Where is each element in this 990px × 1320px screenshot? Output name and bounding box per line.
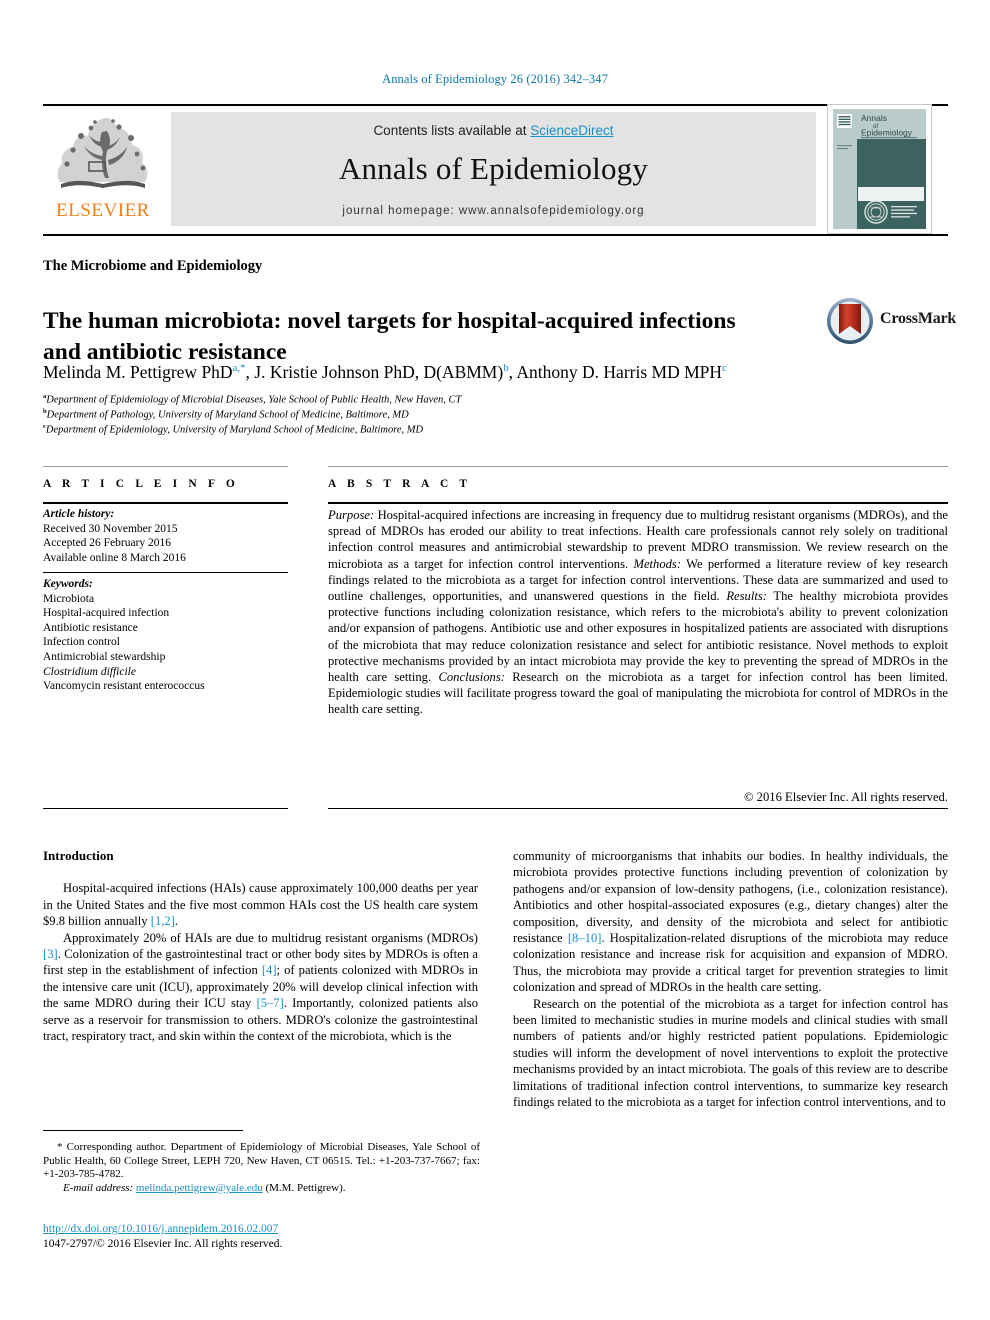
crossmark-label: CrossMark	[880, 310, 957, 327]
email-note: E-mail address: melinda.pettigrew@yale.e…	[43, 1182, 480, 1196]
citation-link[interactable]: [4]	[262, 963, 277, 977]
author-2: J. Kristie Johnson PhD, D(ABMM)b	[254, 362, 509, 382]
footnote-rule	[43, 1130, 243, 1131]
author-1-marks: a,*	[232, 362, 246, 375]
author-1: Melinda M. Pettigrew PhDa,*	[43, 362, 246, 382]
history-item: Received 30 November 2015	[43, 522, 178, 535]
abstract-heading: A B S T R A C T	[328, 478, 472, 490]
history-item: Available online 8 March 2016	[43, 551, 186, 564]
keywords-rule	[43, 572, 288, 574]
contents-prefix: Contents lists available at	[373, 123, 531, 138]
introduction-heading: Introduction	[43, 848, 114, 863]
journal-homepage[interactable]: journal homepage: www.annalsofepidemiolo…	[171, 205, 816, 217]
masthead-top-rule	[43, 104, 948, 106]
crossmark-logo[interactable]: CrossMark	[826, 292, 956, 352]
issn-copyright-line: 1047-2797/© 2016 Elsevier Inc. All right…	[43, 1238, 283, 1250]
sciencedirect-link[interactable]: ScienceDirect	[530, 123, 613, 138]
affiliation-b: bDepartment of Pathology, University of …	[43, 408, 409, 421]
citation-link[interactable]: [5–7]	[257, 996, 284, 1010]
doi-link[interactable]: http://dx.doi.org/10.1016/j.annepidem.20…	[43, 1223, 278, 1235]
abstract-block-bottom-rule	[328, 808, 948, 810]
article-history-label: Article history:	[43, 508, 115, 520]
journal-cover-thumbnail: Annals of Epidemiology	[827, 104, 932, 234]
abstract-section-label: Conclusions:	[438, 670, 505, 685]
email-suffix: (M.M. Pettigrew).	[262, 1181, 346, 1194]
keyword-item: Antibiotic resistance	[43, 621, 138, 634]
elsevier-tree-icon	[57, 117, 148, 188]
body-paragraph: Hospital-acquired infections (HAIs) caus…	[43, 881, 478, 929]
contents-line: Contents lists available at ScienceDirec…	[171, 123, 816, 138]
keywords-list: Keywords: Microbiota Hospital-acquired i…	[43, 577, 293, 694]
article-info-heading: A R T I C L E I N F O	[43, 478, 239, 490]
keyword-item: Infection control	[43, 636, 120, 649]
abstract-section-label: Methods:	[633, 556, 682, 571]
body-paragraph: Approximately 20% of HAIs are due to mul…	[43, 930, 478, 1044]
email-link[interactable]: melinda.pettigrew@yale.edu	[136, 1182, 263, 1194]
abstract-section-label: Purpose:	[328, 508, 375, 522]
elsevier-wordmark: ELSEVIER	[56, 200, 150, 221]
keyword-item: Antimicrobial stewardship	[43, 650, 166, 663]
keyword-item: Clostridium difficile	[43, 665, 136, 678]
info-heading-rule	[43, 502, 288, 504]
doi-block: http://dx.doi.org/10.1016/j.annepidem.20…	[43, 1222, 480, 1252]
keyword-item: Microbiota	[43, 592, 95, 605]
masthead-center-box: Contents lists available at ScienceDirec…	[171, 112, 816, 226]
body-paragraph: Research on the potential of the microbi…	[513, 996, 948, 1110]
section-label: The Microbiome and Epidemiology	[43, 258, 263, 274]
author-3-marks: c	[722, 362, 727, 375]
abstract-block-top-rule	[328, 466, 948, 467]
svg-text:Epidemiology: Epidemiology	[861, 128, 913, 138]
body-column-right: community of microorganisms that inhabit…	[513, 848, 948, 1111]
keyword-item: Hospital-acquired infection	[43, 607, 170, 620]
citation-link[interactable]: [1,2]	[151, 914, 175, 928]
abstract-copyright: © 2016 Elsevier Inc. All rights reserved…	[743, 790, 948, 804]
article-history: Article history: Received 30 November 20…	[43, 507, 293, 565]
body-paragraph: community of microorganisms that inhabit…	[513, 849, 948, 995]
citation-link[interactable]: [8–10]	[568, 931, 602, 945]
journal-title: Annals of Epidemiology	[338, 151, 649, 186]
svg-text:Annals: Annals	[861, 113, 887, 123]
citation-link[interactable]: [3]	[43, 947, 58, 961]
email-label: E-mail address:	[63, 1181, 134, 1194]
info-block-bottom-rule	[43, 808, 288, 810]
author-2-marks: b	[503, 362, 509, 375]
affiliation-a: aDepartment of Epidemiology of Microbial…	[43, 393, 462, 406]
corresponding-author-note: * Corresponding author. Department of Ep…	[43, 1141, 480, 1181]
footnote-block: * Corresponding author. Department of Ep…	[43, 1141, 480, 1195]
author-list: Melinda M. Pettigrew PhDa,*, J. Kristie …	[43, 362, 727, 382]
affiliation-c: cDepartment of Epidemiology, University …	[43, 423, 424, 436]
masthead-bottom-rule	[43, 234, 948, 236]
abstract-heading-rule	[328, 502, 948, 504]
abstract-body: Purpose: Hospital-acquired infections ar…	[328, 507, 948, 718]
journal-cover-image: Annals of Epidemiology	[828, 105, 931, 233]
body-column-left: Introduction Hospital-acquired infection…	[43, 848, 478, 1044]
running-head: Annals of Epidemiology 26 (2016) 342–347	[382, 72, 608, 86]
keyword-item: Vancomycin resistant enterococcus	[43, 680, 205, 693]
crossmark-badge-icon	[827, 298, 873, 344]
author-3: Anthony D. Harris MD MPHc	[516, 362, 727, 382]
journal-article-page: Annals of Epidemiology 26 (2016) 342–347	[0, 0, 990, 1320]
page-title: The human microbiota: novel targets for …	[43, 307, 736, 365]
elsevier-logo: ELSEVIER	[47, 112, 159, 228]
history-item: Accepted 26 February 2016	[43, 537, 172, 550]
journal-masthead: ELSEVIER Contents lists available at Sci…	[43, 104, 948, 236]
keywords-label: Keywords:	[43, 578, 93, 590]
abstract-section-label: Results:	[726, 589, 767, 604]
info-block-top-rule	[43, 466, 288, 467]
